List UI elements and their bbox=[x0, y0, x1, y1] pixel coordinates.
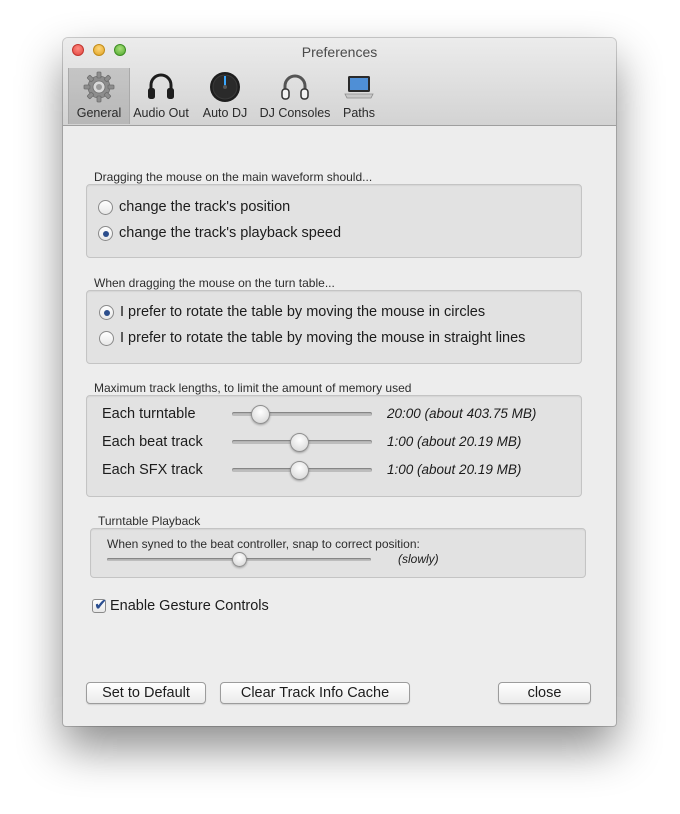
toolbar-tab-general-label: General bbox=[76, 106, 122, 120]
sfx-track-length-label: Each SFX track bbox=[102, 462, 203, 478]
preferences-window: Preferences General Audio Out Auto DJ DJ… bbox=[63, 38, 616, 726]
close-button[interactable]: close bbox=[498, 682, 591, 704]
toolbar-tab-general[interactable]: General bbox=[68, 68, 130, 124]
turntable-length-slider-knob[interactable] bbox=[251, 405, 270, 424]
toolbar-tab-paths-label: Paths bbox=[343, 106, 375, 120]
toolbar-tab-audio-out-label: Audio Out bbox=[133, 106, 189, 120]
toolbar-tab-dj-consoles[interactable]: DJ Consoles bbox=[255, 68, 335, 124]
beat-track-length-value: 1:00 (about 20.19 MB) bbox=[387, 434, 522, 449]
toolbar-tab-auto-dj-label: Auto DJ bbox=[202, 106, 248, 120]
turntable-length-label: Each turntable bbox=[102, 406, 196, 422]
radio-rotate-circles[interactable] bbox=[99, 305, 114, 320]
beat-track-length-slider-knob[interactable] bbox=[290, 433, 309, 452]
toolbar-tab-paths[interactable]: Paths bbox=[337, 68, 381, 124]
snap-speed-slider-knob[interactable] bbox=[232, 552, 247, 567]
title-bar: Preferences General Audio Out Auto DJ DJ… bbox=[63, 38, 616, 126]
turntable-group-label: When dragging the mouse on the turn tabl… bbox=[94, 276, 335, 290]
snap-speed-value: (slowly) bbox=[398, 552, 439, 566]
headphones-icon bbox=[148, 73, 174, 99]
waveform-group-label: Dragging the mouse on the main waveform … bbox=[94, 170, 373, 184]
toolbar-tab-auto-dj[interactable]: Auto DJ bbox=[197, 68, 253, 124]
window-title: Preferences bbox=[301, 44, 378, 60]
laptop-icon bbox=[344, 76, 374, 99]
playback-group-label: Turntable Playback bbox=[98, 514, 201, 528]
gesture-controls-checkbox[interactable]: ✔ bbox=[92, 597, 107, 614]
radio-track-position-label: change the track's position bbox=[119, 199, 291, 215]
gear-icon bbox=[83, 71, 115, 103]
sfx-track-length-slider-knob[interactable] bbox=[290, 461, 309, 480]
gesture-controls-label: Enable Gesture Controls bbox=[110, 598, 269, 614]
clear-track-info-cache-button[interactable]: Clear Track Info Cache bbox=[220, 682, 410, 704]
radio-track-position[interactable] bbox=[98, 200, 113, 215]
toolbar-tab-audio-out[interactable]: Audio Out bbox=[129, 68, 193, 124]
set-to-default-button[interactable]: Set to Default bbox=[86, 682, 206, 704]
track-lengths-group-label: Maximum track lengths, to limit the amou… bbox=[94, 381, 412, 395]
dj-console-headphones-icon bbox=[281, 74, 309, 100]
beat-track-length-label: Each beat track bbox=[102, 434, 203, 450]
sfx-track-length-value: 1:00 (about 20.19 MB) bbox=[387, 462, 522, 477]
turntable-length-value: 20:00 (about 403.75 MB) bbox=[387, 406, 537, 421]
playback-group bbox=[90, 528, 586, 578]
radio-rotate-straight-lines-label: I prefer to rotate the table by moving t… bbox=[120, 330, 526, 346]
snap-description: When syned to the beat controller, snap … bbox=[107, 537, 420, 551]
turntable-group bbox=[86, 290, 582, 364]
auto-dj-knob-icon bbox=[210, 72, 240, 102]
radio-playback-speed-label: change the track's playback speed bbox=[119, 225, 342, 241]
radio-playback-speed[interactable] bbox=[98, 226, 113, 241]
checkmark-icon: ✔ bbox=[94, 597, 108, 614]
radio-rotate-circles-label: I prefer to rotate the table by moving t… bbox=[120, 304, 486, 320]
waveform-group bbox=[86, 184, 582, 258]
radio-rotate-straight-lines[interactable] bbox=[99, 331, 114, 346]
toolbar-tab-dj-consoles-label: DJ Consoles bbox=[259, 106, 331, 120]
